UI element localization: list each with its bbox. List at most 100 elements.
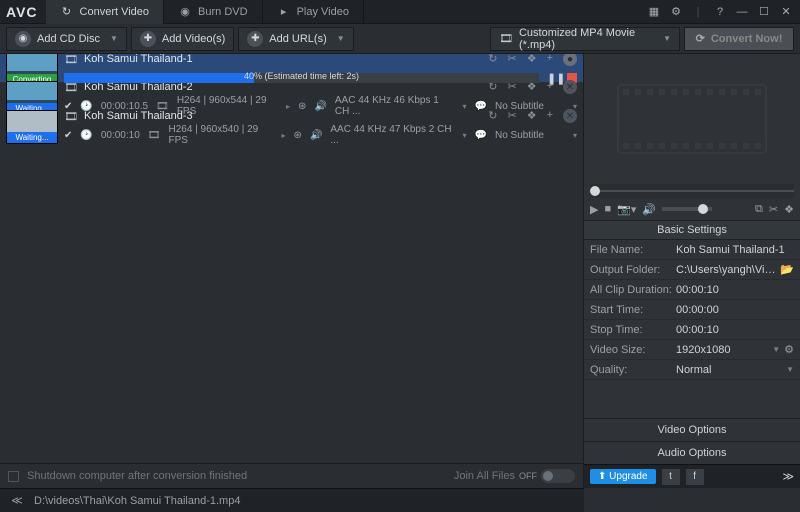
- join-files-toggle[interactable]: [541, 469, 575, 483]
- add-urls-button[interactable]: ✚ Add URL(s) ▼: [238, 27, 353, 51]
- tab-label: Play Video: [297, 6, 349, 18]
- divider: |: [690, 6, 706, 18]
- effects-icon[interactable]: ❖: [784, 203, 794, 216]
- folder-icon[interactable]: 📂: [780, 263, 794, 276]
- button-label: Add URL(s): [269, 33, 326, 45]
- label: File Name:: [590, 244, 672, 256]
- join-state: OFF: [519, 471, 537, 481]
- stop-button[interactable]: ■: [604, 203, 611, 215]
- chevron-down-icon[interactable]: ▾: [463, 131, 467, 140]
- minimize-icon[interactable]: —: [734, 6, 750, 18]
- label: Stop Time:: [590, 324, 672, 336]
- clip-duration-value: 00:00:10: [676, 284, 794, 296]
- add-icon[interactable]: +: [547, 80, 553, 94]
- video-info: H264 | 960x540 | 29 FPS: [168, 124, 273, 146]
- video-options-button[interactable]: Video Options: [584, 418, 800, 441]
- refresh-icon[interactable]: ↻: [488, 54, 497, 66]
- profile-label: Customized MP4 Movie (*.mp4): [519, 27, 653, 51]
- button-label: Convert Now!: [711, 33, 783, 45]
- label: Quality:: [590, 364, 672, 376]
- button-label: Add CD Disc: [37, 33, 100, 45]
- remove-icon[interactable]: ✕: [563, 109, 577, 123]
- tab-play-video[interactable]: ▸ Play Video: [263, 0, 364, 24]
- file-name-value[interactable]: Koh Samui Thailand-1: [676, 244, 794, 256]
- tab-burn-dvd[interactable]: ◉ Burn DVD: [164, 0, 263, 24]
- cut-icon[interactable]: ✂: [769, 203, 778, 216]
- disc-plus-icon: ◉: [15, 31, 31, 47]
- cut-icon[interactable]: ✂: [507, 109, 516, 123]
- tab-convert-video[interactable]: ↻ Convert Video: [46, 0, 165, 24]
- app-logo: AVC: [6, 4, 38, 20]
- close-icon[interactable]: ✕: [778, 5, 794, 18]
- twitter-icon[interactable]: t: [662, 469, 680, 485]
- nav-forward-button[interactable]: ≫: [782, 470, 794, 483]
- preview-area: [584, 54, 800, 184]
- video-size-value[interactable]: 1920x1080: [676, 344, 768, 356]
- remove-icon[interactable]: ✕: [563, 80, 577, 94]
- film-icon: 🎞: [64, 54, 78, 66]
- snapshot-button[interactable]: 📷▾: [617, 203, 636, 216]
- list-item[interactable]: Waiting... 🎞 Koh Samui Thailand-3 ↻ ✂ ❖ …: [0, 112, 583, 141]
- help-icon[interactable]: ?: [712, 6, 728, 18]
- disc-icon: ◉: [178, 5, 192, 19]
- refresh-icon: ⟳: [696, 32, 705, 45]
- output-profile-dropdown[interactable]: 🎞 Customized MP4 Movie (*.mp4) ▼: [490, 27, 680, 51]
- output-folder-value[interactable]: C:\Users\yangh\Videos...: [676, 264, 776, 276]
- nav-back-button[interactable]: ≪: [8, 494, 26, 507]
- chevron-down-icon[interactable]: ▼: [786, 365, 794, 374]
- checkmark-icon[interactable]: ✔: [64, 130, 72, 141]
- effects-icon[interactable]: ❖: [527, 54, 537, 66]
- film-icon: 🎞: [148, 130, 161, 141]
- speaker-icon: 🔊: [310, 130, 322, 141]
- thumbnail: Waiting...: [6, 110, 58, 144]
- speaker-icon[interactable]: 🔊: [642, 203, 656, 216]
- facebook-icon[interactable]: f: [686, 469, 704, 485]
- audio-options-button[interactable]: Audio Options: [584, 441, 800, 464]
- start-time-value[interactable]: 00:00:00: [676, 304, 794, 316]
- volume-slider[interactable]: [662, 207, 712, 211]
- link-icon[interactable]: ⧉: [755, 203, 763, 216]
- film-icon: 🎞: [64, 110, 78, 123]
- play-button[interactable]: ▶: [590, 203, 598, 216]
- status-badge: Waiting...: [7, 132, 57, 143]
- chevron-down-icon[interactable]: ▼: [110, 34, 118, 43]
- refresh-icon[interactable]: ↻: [488, 109, 497, 123]
- add-cd-disc-button[interactable]: ◉ Add CD Disc ▼: [6, 27, 127, 51]
- menu-icon[interactable]: ▦: [646, 5, 662, 18]
- subtitle-info: No Subtitle: [495, 130, 565, 141]
- quality-value[interactable]: Normal: [676, 364, 782, 376]
- item-name: Koh Samui Thailand-3: [84, 110, 193, 122]
- label: Output Folder:: [590, 264, 672, 276]
- tab-label: Burn DVD: [198, 6, 248, 18]
- convert-now-button[interactable]: ⟳ Convert Now!: [684, 27, 794, 51]
- progress-bar: 40% (Estimated time left: 2s): [64, 73, 539, 83]
- remove-icon[interactable]: ●: [563, 54, 577, 66]
- chevron-right-icon[interactable]: ▸: [282, 131, 286, 140]
- play-icon: ▸: [277, 5, 291, 19]
- add-videos-button[interactable]: ✚ Add Video(s): [131, 27, 234, 51]
- chevron-down-icon[interactable]: ▾: [573, 131, 577, 140]
- list-item[interactable]: Converting 🎞 Koh Samui Thailand-1 ↻ ✂ ❖ …: [0, 54, 583, 83]
- chevron-down-icon[interactable]: ▼: [663, 34, 671, 43]
- clock-icon: 🕑: [80, 130, 92, 141]
- join-files-label: Join All Files: [454, 470, 515, 482]
- chevron-down-icon[interactable]: ▼: [337, 34, 345, 43]
- label: Start Time:: [590, 304, 672, 316]
- audio-edit-icon[interactable]: ⊛: [294, 130, 302, 141]
- globe-plus-icon: ✚: [247, 31, 263, 47]
- chevron-down-icon[interactable]: ▼: [772, 345, 780, 354]
- add-icon[interactable]: +: [547, 54, 553, 66]
- button-label: Add Video(s): [162, 33, 225, 45]
- effects-icon[interactable]: ❖: [527, 109, 537, 123]
- shutdown-checkbox[interactable]: [8, 471, 19, 482]
- film-plus-icon: ✚: [140, 31, 156, 47]
- maximize-icon[interactable]: ☐: [756, 5, 772, 18]
- label: All Clip Duration:: [590, 284, 672, 296]
- gear-icon[interactable]: ⚙: [784, 343, 794, 356]
- seek-slider[interactable]: [590, 184, 794, 198]
- cut-icon[interactable]: ✂: [507, 54, 516, 66]
- add-icon[interactable]: +: [547, 109, 553, 123]
- gear-icon[interactable]: ⚙: [668, 5, 684, 18]
- upgrade-button[interactable]: ⬆ Upgrade: [590, 469, 656, 484]
- stop-time-value[interactable]: 00:00:10: [676, 324, 794, 336]
